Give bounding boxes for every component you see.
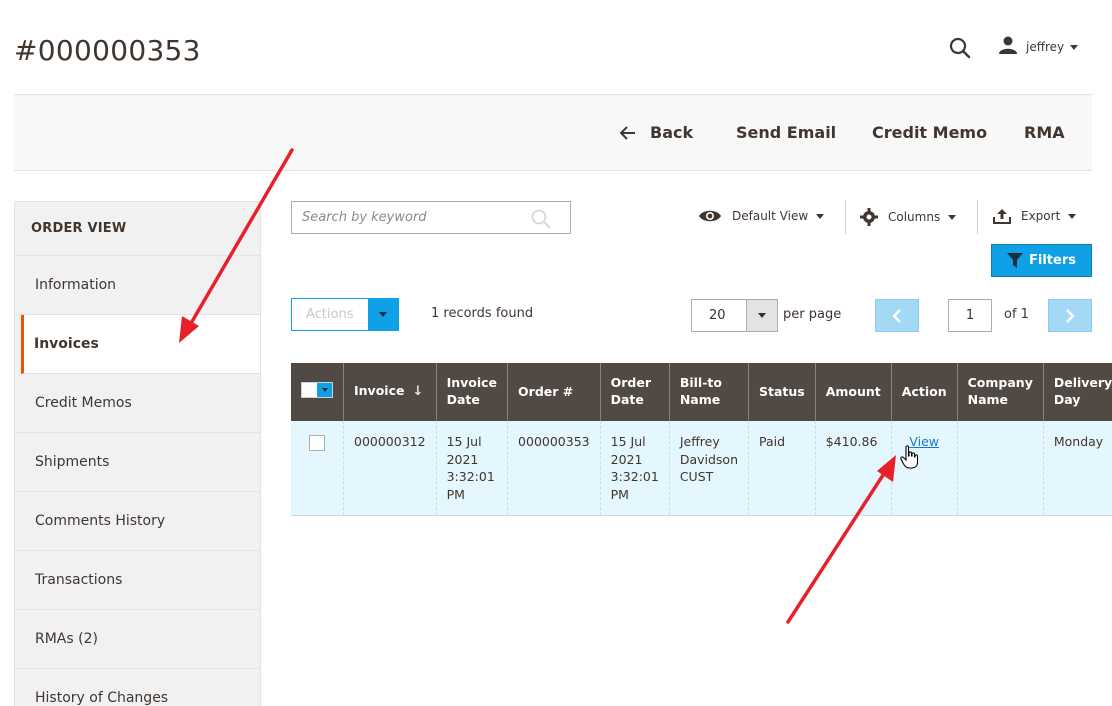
column-header-order-date[interactable]: Order Date (600, 363, 670, 421)
rma-button[interactable]: RMA (1024, 123, 1065, 142)
cell-order-date: 15 Jul 2021 3:32:01 PM (600, 421, 670, 516)
back-arrow-icon (620, 125, 635, 140)
mass-select-checkbox[interactable] (301, 382, 333, 399)
back-label: Back (650, 123, 694, 142)
mass-actions-dropdown[interactable]: Actions (291, 298, 399, 331)
cell-company-name (957, 421, 1044, 516)
invoices-grid: Invoice ↓ Invoice Date Order # Order Date… (291, 363, 1112, 516)
chevron-down-icon (948, 214, 957, 220)
credit-memo-button[interactable]: Credit Memo (872, 123, 987, 142)
filter-icon (1007, 253, 1023, 268)
chevron-down-icon (321, 388, 328, 393)
records-found: 1 records found (431, 306, 534, 321)
cell-invoice-date: 15 Jul 2021 3:32:01 PM (436, 421, 509, 516)
column-header-amount[interactable]: Amount (815, 363, 892, 421)
sidebar-heading: ORDER VIEW (15, 202, 260, 256)
column-header-label: Invoice (354, 383, 405, 399)
column-header-status[interactable]: Status (748, 363, 816, 421)
column-header-bill-to-name[interactable]: Bill-to Name (669, 363, 749, 421)
sidebar-item-shipments[interactable]: Shipments (15, 433, 260, 492)
mass-select-box[interactable] (302, 383, 317, 398)
column-header-action: Action (891, 363, 958, 421)
export-icon (993, 209, 1011, 224)
eye-icon (699, 210, 721, 222)
chevron-down-icon (378, 312, 387, 317)
mass-select-toggle[interactable] (317, 383, 332, 398)
toolbar-divider (977, 200, 978, 234)
export-dropdown[interactable]: Export (993, 208, 1077, 224)
chevron-down-icon (758, 313, 766, 318)
sidebar-item-rmas[interactable]: RMAs (2) (15, 610, 260, 669)
search-input[interactable] (302, 210, 522, 225)
table-row[interactable]: 000000312 15 Jul 2021 3:32:01 PM 0000003… (291, 421, 1112, 516)
columns-dropdown[interactable]: Columns (860, 208, 957, 226)
cell-invoice: 000000312 (343, 421, 437, 516)
actions-label: Actions (306, 307, 354, 322)
grid-header-row: Invoice ↓ Invoice Date Order # Order Date… (291, 363, 1112, 421)
back-button[interactable]: Back (620, 123, 693, 142)
user-menu[interactable]: jeffrey (998, 35, 1079, 59)
per-page-label: per page (783, 307, 842, 322)
hand-cursor-icon (900, 445, 920, 473)
chevron-down-icon (1068, 213, 1077, 219)
per-page-value: 20 (709, 308, 726, 323)
column-header-order-number[interactable]: Order # (507, 363, 601, 421)
sidebar-item-information[interactable]: Information (15, 256, 260, 315)
default-view-label: Default View (732, 209, 809, 223)
current-page-input[interactable] (948, 299, 992, 332)
search-icon[interactable] (948, 36, 972, 60)
send-email-button[interactable]: Send Email (736, 123, 836, 142)
cell-amount: $410.86 (815, 421, 892, 516)
cell-order-number: 000000353 (507, 421, 601, 516)
per-page-select[interactable]: 20 (691, 299, 778, 332)
filters-label: Filters (1029, 253, 1076, 268)
page-actions-bar: Back Send Email Credit Memo RMA (14, 94, 1092, 171)
column-header-company-name[interactable]: Company Name (957, 363, 1044, 421)
next-page-button[interactable] (1048, 299, 1092, 332)
cell-status: Paid (748, 421, 816, 516)
columns-label: Columns (888, 210, 941, 224)
chevron-left-icon (892, 308, 901, 323)
column-header-invoice-date[interactable]: Invoice Date (436, 363, 509, 421)
column-header-invoice[interactable]: Invoice ↓ (343, 363, 437, 421)
previous-page-button[interactable] (875, 299, 919, 332)
actions-toggle[interactable] (367, 299, 398, 330)
sidebar-item-invoices[interactable]: Invoices (21, 315, 260, 374)
toolbar-divider (845, 200, 846, 234)
sidebar-item-history-of-changes[interactable]: History of Changes (15, 669, 260, 706)
cell-bill-to-name: Jeffrey Davidson CUST (669, 421, 749, 516)
page-count: of 1 (1004, 307, 1029, 322)
chevron-down-icon (1070, 44, 1079, 50)
chevron-down-icon (816, 213, 825, 219)
chevron-right-icon (1066, 308, 1075, 323)
export-label: Export (1021, 209, 1061, 223)
row-checkbox[interactable] (309, 435, 325, 451)
gear-icon (860, 208, 878, 226)
default-view-dropdown[interactable]: Default View (698, 208, 825, 224)
filters-button[interactable]: Filters (991, 244, 1092, 277)
mass-select-header (291, 363, 344, 421)
per-page-toggle[interactable] (746, 300, 777, 331)
sidebar-item-comments-history[interactable]: Comments History (15, 492, 260, 551)
cell-delivery-day: Monday (1043, 421, 1112, 516)
search-icon[interactable] (530, 208, 552, 234)
sort-arrow-icon: ↓ (412, 384, 424, 400)
sidebar-item-transactions[interactable]: Transactions (15, 551, 260, 610)
keyword-search (291, 201, 571, 234)
sidebar-item-credit-memos[interactable]: Credit Memos (15, 374, 260, 433)
column-header-delivery-day[interactable]: Delivery Day (1043, 363, 1112, 421)
order-view-sidebar: ORDER VIEW Information Invoices Credit M… (14, 201, 261, 706)
username: jeffrey (1026, 40, 1065, 54)
user-icon (998, 35, 1018, 59)
row-select-cell (291, 421, 344, 516)
page-title: #000000353 (14, 34, 201, 67)
